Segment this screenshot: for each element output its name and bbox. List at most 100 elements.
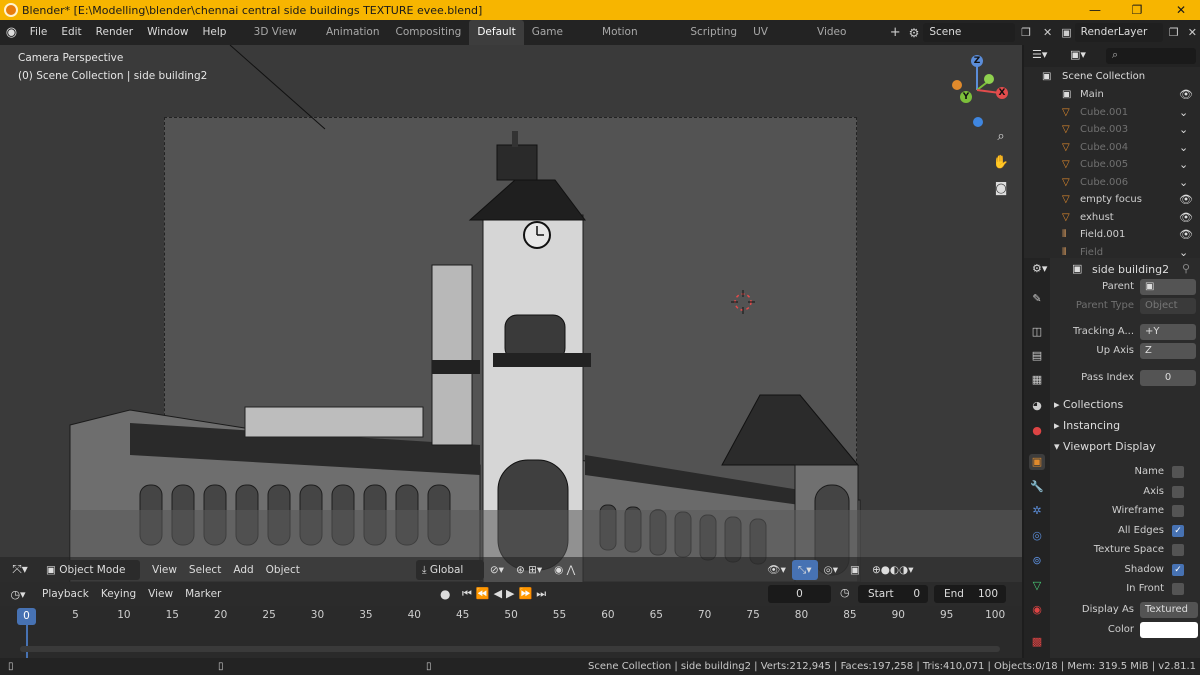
section-collections[interactable]: ▸ Collections <box>1054 398 1123 411</box>
maximize-button[interactable]: ❐ <box>1122 0 1152 20</box>
outliner-item[interactable]: ▽ Cube.004 ⌄ <box>1024 139 1200 157</box>
minimize-button[interactable]: — <box>1080 0 1110 20</box>
overlay-icon[interactable]: ◎▾ <box>818 560 844 580</box>
tab-default[interactable]: Default <box>469 20 524 45</box>
frame-cursor[interactable]: 0 <box>17 608 36 625</box>
end-frame-field[interactable]: End 100 <box>934 585 1006 603</box>
start-frame-field[interactable]: Start 0 <box>858 585 928 603</box>
timeline-menu-view[interactable]: View <box>142 584 179 604</box>
viewport-menu-view[interactable]: View <box>146 560 183 580</box>
timeline-ruler[interactable]: 0 5 10 15 20 25 30 35 40 45 50 55 60 65 70 75 80 85 90 95 10… <box>0 606 1022 658</box>
scene-tab-icon[interactable]: ◕ <box>1029 398 1045 414</box>
viewport-menu-select[interactable]: Select <box>183 560 227 580</box>
gizmo-neg-y-ball[interactable] <box>984 74 994 84</box>
editor-type-icon[interactable]: ⤧▾ <box>0 562 40 577</box>
visibility-toggle-icon[interactable]: ⌄ <box>1179 104 1188 122</box>
mode-dropdown[interactable]: ▣ Object Mode <box>40 559 140 580</box>
tab-motion-tracking[interactable]: Motion Tracking <box>594 20 682 63</box>
tab-uv-editing[interactable]: UV Editing <box>745 20 809 63</box>
delete-scene-icon[interactable]: ✕ <box>1037 26 1058 39</box>
display-mode-icon[interactable]: ▣▾ <box>1070 48 1086 61</box>
close-button[interactable]: ✕ <box>1166 0 1196 20</box>
gizmo-y-axis[interactable]: Y <box>960 91 972 103</box>
tab-3d-view-full[interactable]: 3D View Full <box>246 20 318 63</box>
3d-viewport[interactable]: Camera Perspective (0) Scene Collection … <box>0 45 1022 582</box>
gizmo-neg-z-ball[interactable] <box>973 117 983 127</box>
new-layer-icon[interactable]: ❐ <box>1163 26 1185 39</box>
new-scene-icon[interactable]: ❐ <box>1015 26 1037 39</box>
color-swatch[interactable] <box>1140 622 1198 638</box>
gizmo-neg-x-ball[interactable] <box>952 80 962 90</box>
3d-cursor-icon[interactable] <box>731 290 755 314</box>
visibility-toggle-icon[interactable]: ⌄ <box>1179 156 1188 174</box>
tracking-dropdown[interactable]: +Y <box>1140 324 1196 340</box>
display-option-checkbox[interactable] <box>1172 466 1184 478</box>
tab-video-editing[interactable]: Video Editing <box>809 20 886 63</box>
outliner-item[interactable]: ▽ Cube.005 ⌄ <box>1024 156 1200 174</box>
menu-window[interactable]: Window <box>140 20 195 45</box>
outliner-editor-icon[interactable]: ☰▾ <box>1032 48 1047 61</box>
up-axis-dropdown[interactable]: Z <box>1140 343 1196 359</box>
timeline-menu-marker[interactable]: Marker <box>179 584 227 604</box>
zoom-icon[interactable]: ⌕ <box>990 126 1012 148</box>
display-as-dropdown[interactable]: Textured <box>1140 602 1198 618</box>
visibility-toggle-icon[interactable]: ⌄ <box>1179 174 1188 192</box>
outliner-item[interactable]: ▽ empty focus 👁 <box>1024 191 1200 209</box>
visibility-toggle-icon[interactable]: 👁 <box>1179 191 1193 209</box>
properties-editor-icon[interactable]: ⚙▾ <box>1032 262 1047 275</box>
menu-render[interactable]: Render <box>89 20 140 45</box>
physics-tab-icon[interactable]: ◎ <box>1029 528 1045 544</box>
outliner-search-input[interactable]: ⌕ <box>1106 48 1196 64</box>
output-tab-icon[interactable]: ▤ <box>1029 348 1045 364</box>
pivot-icon[interactable]: ⊘▾ <box>484 560 510 580</box>
tool-tab-icon[interactable]: ✎ <box>1029 291 1045 307</box>
outliner-scene-collection[interactable]: ▣ Scene Collection <box>1024 68 1200 86</box>
gizmo-toggle-icon[interactable]: ⤡▾ <box>791 559 818 580</box>
object-tab-icon[interactable]: ▣ <box>1029 454 1045 470</box>
view-layer-tab-icon[interactable]: ▦ <box>1029 372 1045 388</box>
outliner-item[interactable]: ▽ Cube.006 ⌄ <box>1024 174 1200 192</box>
current-frame-field[interactable]: 0 <box>768 585 831 603</box>
timeline-scrollbar[interactable] <box>20 646 1000 652</box>
pass-index-field[interactable]: 0 <box>1140 370 1196 386</box>
scene-field[interactable]: Scene <box>923 23 1016 42</box>
modifier-tab-icon[interactable]: 🔧 <box>1029 479 1045 495</box>
render-tab-icon[interactable]: ◫ <box>1029 324 1045 340</box>
viewport-menu-object[interactable]: Object <box>260 560 306 580</box>
snap-icon[interactable]: ⊛ ⊞▾ <box>510 560 548 580</box>
outliner-item[interactable]: ▽ Cube.001 ⌄ <box>1024 104 1200 122</box>
world-tab-icon[interactable]: ● <box>1029 423 1045 439</box>
display-option-checkbox[interactable] <box>1172 485 1184 498</box>
visibility-toggle-icon[interactable]: 👁 <box>1179 209 1193 227</box>
timeline-menu-playback[interactable]: Playback <box>36 584 95 604</box>
outliner-item[interactable]: ▣ Main 👁 <box>1024 86 1200 104</box>
camera-view-icon[interactable]: ◙ <box>990 178 1012 200</box>
parent-field[interactable]: ▣ <box>1140 279 1196 295</box>
tab-scripting[interactable]: Scripting <box>682 20 745 45</box>
data-tab-icon[interactable]: ▽ <box>1029 578 1045 594</box>
gizmo-z-axis[interactable]: Z <box>971 55 983 67</box>
section-instancing[interactable]: ▸ Instancing <box>1054 419 1120 432</box>
timeline-editor-icon[interactable]: ◷▾ <box>0 588 36 601</box>
outliner-item[interactable]: ⦀ Field.001 👁 <box>1024 226 1200 244</box>
parent-type-dropdown[interactable]: Object <box>1140 298 1196 314</box>
orientation-dropdown[interactable]: ⤓ Global <box>415 559 484 580</box>
preview-range-icon[interactable]: ◷ <box>840 586 850 599</box>
render-layer-field[interactable]: RenderLayer <box>1074 23 1163 42</box>
menu-edit[interactable]: Edit <box>54 20 88 45</box>
menu-help[interactable]: Help <box>195 20 233 45</box>
gizmo-x-axis[interactable]: X <box>996 87 1008 99</box>
viewport-menu-add[interactable]: Add <box>227 560 259 580</box>
outliner-item[interactable]: ▽ Cube.003 ⌄ <box>1024 121 1200 139</box>
pan-hand-icon[interactable]: ✋ <box>990 152 1012 174</box>
pin-icon[interactable]: ⚲ <box>1182 262 1190 275</box>
xray-icon[interactable]: ▣ <box>844 560 866 580</box>
view-layer-icon[interactable]: ▣ <box>1058 26 1074 39</box>
add-workspace-icon[interactable]: + <box>886 25 905 40</box>
delete-layer-icon[interactable]: ✕ <box>1185 26 1200 39</box>
shading-modes-icon[interactable]: ⊕●◐◑▾ <box>866 560 920 580</box>
display-option-checkbox[interactable]: ✓ <box>1172 524 1184 537</box>
visibility-toggle-icon[interactable]: ⌄ <box>1179 121 1188 139</box>
display-option-checkbox[interactable] <box>1172 544 1184 556</box>
visibility-icon[interactable]: 👁▾ <box>761 560 792 580</box>
